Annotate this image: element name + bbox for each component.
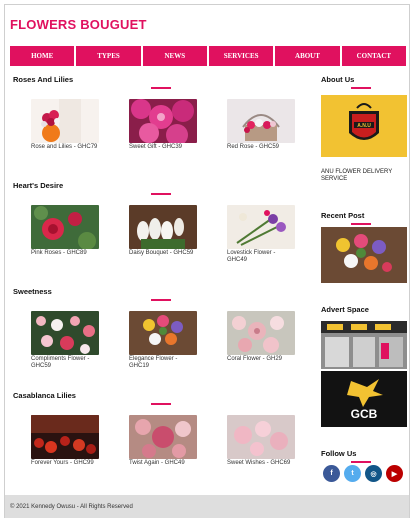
section-sweetness: Sweetness Compliments Flower - GHC59 Ele… — [13, 287, 309, 369]
product-card[interactable]: Sweet Wishes - GHC69 — [227, 415, 297, 467]
product-card[interactable]: Lovestick Flower - GHC49 — [227, 205, 297, 264]
product-card[interactable]: Daisy Bouquet - GHC59 — [129, 205, 199, 257]
product-card[interactable]: Rose and Lilies - GHC79 — [31, 99, 101, 151]
section-underline — [351, 223, 371, 225]
section-underline — [351, 87, 371, 89]
social-links: f t ◎ ▶ — [323, 465, 403, 482]
main-nav: HOME TYPES NEWS SERVICES ABOUT CONTACT — [9, 45, 407, 67]
follow-title: Follow Us — [321, 449, 357, 458]
product-image[interactable] — [31, 99, 99, 143]
about-title: About Us — [321, 75, 355, 84]
product-caption: Red Rose - GHC59 — [227, 144, 280, 150]
section-title: Heart's Desire — [13, 181, 64, 190]
product-caption: Rose and Lilies - GHC79 — [31, 144, 98, 150]
nav-contact[interactable]: CONTACT — [340, 45, 407, 67]
advert-title: Advert Space — [321, 305, 369, 314]
product-image[interactable] — [31, 415, 99, 459]
site-title: FLOWERS BOUGUET — [10, 17, 147, 32]
product-caption: Compliments Flower - GHC59 — [31, 356, 90, 369]
product-caption: Daisy Bouquet - GHC59 — [129, 250, 194, 256]
product-image[interactable] — [227, 415, 295, 459]
nav-types[interactable]: TYPES — [75, 45, 142, 67]
product-card[interactable]: Elegance Flower - GHC19 — [129, 311, 199, 370]
section-casablanca-lilies: Casablanca Lilies Forever Yours - GHC99 … — [13, 391, 309, 466]
product-image[interactable] — [31, 311, 99, 355]
product-caption: Lovestick Flower - GHC49 — [227, 250, 276, 263]
gcb-advert[interactable]: GCB — [321, 371, 407, 427]
product-card[interactable]: Pink Roses - GHC89 — [31, 205, 101, 257]
nav-about[interactable]: ABOUT — [274, 45, 341, 67]
recent-post-image[interactable] — [321, 227, 407, 283]
product-image[interactable] — [129, 205, 197, 249]
product-image[interactable] — [227, 311, 295, 355]
product-card[interactable]: Coral Flower - GH29 — [227, 311, 297, 363]
nav-news[interactable]: NEWS — [141, 45, 208, 67]
footer: © 2021 Kennedy Owusu - All Rights Reserv… — [5, 495, 409, 518]
product-image[interactable] — [129, 311, 197, 355]
product-card[interactable]: Sweet Gift - GHC39 — [129, 99, 199, 151]
section-underline — [351, 461, 371, 463]
youtube-icon[interactable]: ▶ — [386, 465, 403, 482]
product-card[interactable]: Forever Yours - GHC99 — [31, 415, 101, 467]
product-card[interactable]: Twist Again - GHC49 — [129, 415, 199, 467]
product-caption: Sweet Gift - GHC39 — [129, 144, 183, 150]
product-caption: Pink Roses - GHC89 — [31, 250, 87, 256]
advert-storefront-image[interactable] — [321, 321, 407, 369]
nav-home[interactable]: HOME — [9, 45, 76, 67]
svg-text:A.N.U: A.N.U — [357, 123, 371, 129]
recent-post-title: Recent Post — [321, 211, 365, 220]
nav-services[interactable]: SERVICES — [207, 45, 275, 67]
section-title: Casablanca Lilies — [13, 391, 76, 400]
product-caption: Sweet Wishes - GHC69 — [227, 460, 291, 466]
section-underline — [151, 193, 171, 195]
footer-text: © 2021 Kennedy Owusu - All Rights Reserv… — [10, 503, 133, 510]
product-caption: Elegance Flower - GHC19 — [129, 356, 178, 369]
section-underline — [151, 403, 171, 405]
section-title: Roses And Lilies — [13, 75, 74, 84]
product-image[interactable] — [129, 99, 197, 143]
product-caption: Coral Flower - GH29 — [227, 356, 283, 362]
section-hearts-desire: Heart's Desire Pink Roses - GHC89 Daisy … — [13, 181, 309, 263]
product-caption: Forever Yours - GHC99 — [31, 460, 94, 466]
section-underline — [151, 87, 171, 89]
section-title: Sweetness — [13, 287, 52, 296]
product-card[interactable]: Compliments Flower - GHC59 — [31, 311, 101, 370]
product-image[interactable] — [31, 205, 99, 249]
twitter-icon[interactable]: t — [344, 465, 361, 482]
sidebar: About Us A.N.U ANU FLOWER DELIVERY SERVI… — [321, 75, 409, 482]
facebook-icon[interactable]: f — [323, 465, 340, 482]
instagram-icon[interactable]: ◎ — [365, 465, 382, 482]
product-image[interactable] — [227, 205, 295, 249]
product-image[interactable] — [129, 415, 197, 459]
about-text: ANU FLOWER DELIVERY SERVICE — [321, 169, 393, 182]
anu-logo: A.N.U — [321, 95, 407, 157]
page: FLOWERS BOUGUET HOME TYPES NEWS SERVICES… — [4, 4, 410, 518]
section-underline — [151, 299, 171, 301]
svg-text:GCB: GCB — [351, 407, 378, 421]
product-card[interactable]: Red Rose - GHC59 — [227, 99, 297, 151]
product-image[interactable] — [227, 99, 295, 143]
section-roses-and-lilies: Roses And Lilies Rose and Lilies - GHC79… — [13, 75, 309, 150]
product-caption: Twist Again - GHC49 — [129, 460, 185, 466]
